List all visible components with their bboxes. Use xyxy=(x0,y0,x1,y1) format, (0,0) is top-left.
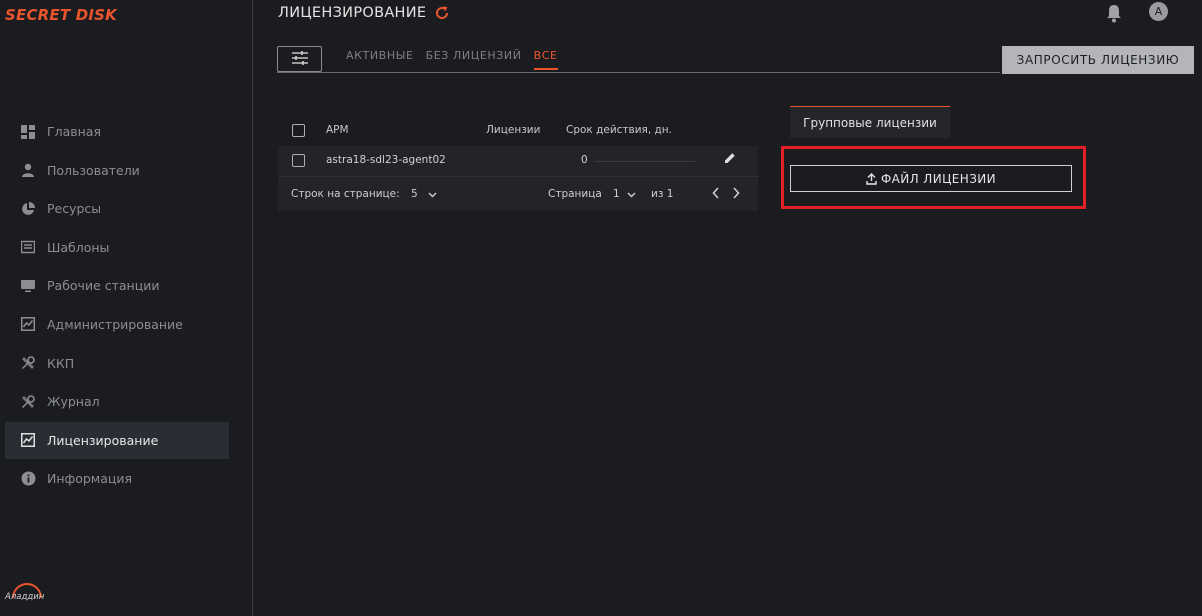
template-icon xyxy=(20,239,36,255)
license-file-button-label: ФАЙЛ ЛИЦЕНЗИИ xyxy=(880,171,997,186)
select-all-checkbox[interactable] xyxy=(292,124,305,137)
dashboard-icon xyxy=(20,124,36,140)
tab-group-licenses[interactable]: Групповые лицензии xyxy=(790,106,950,138)
chevron-left-icon[interactable] xyxy=(712,187,720,202)
pie-chart-icon xyxy=(20,201,36,217)
workstations-table: АРМ Лицензии Срок действия, дн. astra18-… xyxy=(278,114,758,211)
tab-all[interactable]: ВСЕ xyxy=(533,49,558,70)
table-row[interactable]: astra18-sdl23-agent02 0 xyxy=(278,146,758,176)
sidebar-item-label: Информация xyxy=(47,471,133,487)
row-licenses: 0 xyxy=(581,154,588,166)
row-arm: astra18-sdl23-agent02 xyxy=(326,154,446,166)
column-header-arm: АРМ xyxy=(326,124,349,136)
rows-per-page-label: Строк на странице: xyxy=(291,188,400,200)
page-title-text: ЛИЦЕНЗИРОВАНИЕ xyxy=(278,5,427,21)
tab-active[interactable]: АКТИВНЫЕ xyxy=(346,49,414,70)
sidebar-item-label: Администрирование xyxy=(47,316,183,332)
table-pagination: Строк на странице: 5 Страница 1 из 1 xyxy=(278,176,758,211)
sidebar-item-users[interactable]: Пользователи xyxy=(5,152,229,189)
page-count: из 1 xyxy=(651,188,674,200)
chart-icon xyxy=(20,316,36,332)
tools-icon xyxy=(20,355,36,371)
rows-per-page-select[interactable]: 5 xyxy=(411,188,418,200)
filter-button[interactable] xyxy=(277,46,322,72)
request-license-button[interactable]: ЗАПРОСИТЬ ЛИЦЕНЗИЮ xyxy=(1002,46,1194,74)
sidebar-item-label: Главная xyxy=(47,124,101,139)
sidebar: SECRET DISK Главная Пользователи Ресурсы… xyxy=(0,0,253,616)
sidebar-item-label: Ресурсы xyxy=(47,201,102,217)
sidebar-item-workstations[interactable]: Рабочие станции xyxy=(5,267,229,304)
sidebar-item-main[interactable]: Главная xyxy=(5,113,229,150)
upload-icon xyxy=(866,172,877,185)
sidebar-item-label: ККП xyxy=(47,355,75,371)
sidebar-item-journal[interactable]: Журнал xyxy=(5,383,229,420)
app-logo: SECRET DISK xyxy=(5,6,117,24)
table-header: АРМ Лицензии Срок действия, дн. xyxy=(278,114,758,146)
tools-icon xyxy=(20,394,36,410)
sidebar-item-resources[interactable]: Ресурсы xyxy=(5,190,229,227)
license-file-button[interactable]: ФАЙЛ ЛИЦЕНЗИИ xyxy=(790,165,1072,192)
sidebar-item-kkp[interactable]: ККП xyxy=(5,345,229,382)
chevron-down-icon[interactable] xyxy=(428,189,437,201)
aladdin-logo-text: Аладдин xyxy=(5,592,45,602)
sidebar-item-label: Шаблоны xyxy=(47,239,110,255)
monitor-icon xyxy=(20,278,36,294)
column-header-expiry: Срок действия, дн. xyxy=(566,124,672,136)
page-title: ЛИЦЕНЗИРОВАНИЕ xyxy=(278,5,450,21)
aladdin-logo: Аладдин xyxy=(5,578,49,610)
tab-bar: АКТИВНЫЕ БЕЗ ЛИЦЕНЗИЙ ВСЕ xyxy=(346,49,570,70)
chart-icon xyxy=(20,432,36,448)
person-icon xyxy=(20,162,36,178)
info-icon xyxy=(20,471,36,487)
sidebar-item-label: Рабочие станции xyxy=(47,278,160,294)
tab-unlicensed[interactable]: БЕЗ ЛИЦЕНЗИЙ xyxy=(426,49,522,70)
sidebar-item-label: Журнал xyxy=(47,394,100,410)
sidebar-nav: Главная Пользователи Ресурсы Шаблоны Раб… xyxy=(5,113,229,499)
edit-icon[interactable] xyxy=(724,152,736,167)
main-content: ЛИЦЕНЗИРОВАНИЕ A АКТИВНЫЕ БЕЗ ЛИЦЕНЗИЙ В… xyxy=(254,0,1202,616)
sidebar-item-licensing[interactable]: Лицензирование xyxy=(5,421,229,459)
column-header-licenses: Лицензии xyxy=(486,124,541,136)
avatar[interactable]: A xyxy=(1149,2,1168,21)
row-checkbox[interactable] xyxy=(292,154,305,167)
sidebar-item-label: Лицензирование xyxy=(47,432,159,448)
bell-icon[interactable] xyxy=(1105,3,1123,27)
chevron-right-icon[interactable] xyxy=(732,187,740,202)
tune-icon xyxy=(291,50,308,69)
sidebar-item-info[interactable]: Информация xyxy=(5,460,229,497)
page-label: Страница xyxy=(548,188,602,200)
sidebar-item-administration[interactable]: Администрирование xyxy=(5,306,229,343)
tabs-divider xyxy=(277,72,1000,73)
chevron-down-icon[interactable] xyxy=(627,189,636,201)
expiry-bar xyxy=(595,161,695,162)
refresh-icon[interactable] xyxy=(434,5,450,21)
sidebar-item-templates[interactable]: Шаблоны xyxy=(5,229,229,266)
sidebar-item-label: Пользователи xyxy=(47,162,140,178)
page-select[interactable]: 1 xyxy=(613,188,620,200)
